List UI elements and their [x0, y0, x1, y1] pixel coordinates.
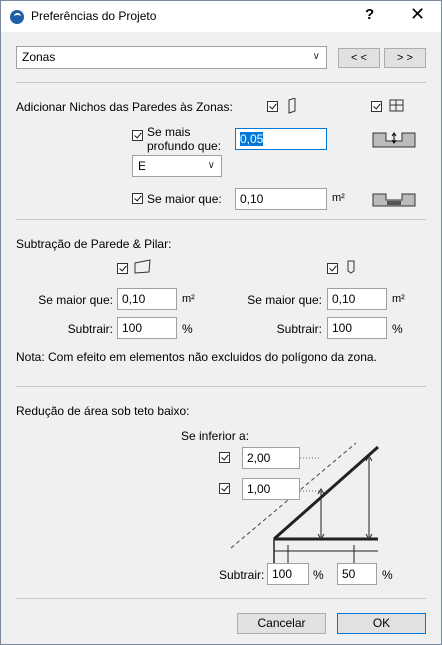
divider [16, 82, 426, 83]
column-icon [347, 260, 355, 274]
subtract2-unit: % [382, 568, 393, 582]
wall-subtract-unit: % [182, 322, 193, 336]
niche-size-input[interactable]: 0,10 [235, 188, 327, 210]
cancel-button[interactable]: Cancelar [237, 613, 326, 634]
chevron-down-icon: ∨ [207, 160, 215, 171]
subtraction-heading: Subtração de Parede & Pilar: [16, 237, 172, 251]
wall-size-label: Se maior que: [38, 293, 113, 307]
window-title: Preferências do Projeto [31, 9, 157, 23]
title-bar: Preferências do Projeto ? ✕ [1, 1, 441, 32]
wall-subtraction-checkbox[interactable] [117, 263, 128, 274]
depth-label-line2: profundo que: [147, 139, 222, 153]
divider [16, 598, 426, 599]
niche-size-unit: m² [332, 192, 345, 204]
depth-input[interactable]: 0,05 [235, 128, 327, 150]
subtract1-unit: % [313, 568, 324, 582]
depth-input-value: 0,05 [240, 132, 264, 146]
next-page-button[interactable]: > > [384, 48, 426, 68]
direction-select-value: E [138, 159, 147, 173]
column-subtract-unit: % [392, 322, 403, 336]
category-select-value: Zonas [22, 50, 56, 64]
preferences-dialog: Preferências do Projeto ? ✕ Zonas ∨ < < … [0, 0, 442, 645]
wall-icon [134, 259, 151, 274]
subtract1-input[interactable]: 100 [267, 563, 309, 585]
previous-page-button[interactable]: < < [338, 48, 380, 68]
wall-niche-checkbox[interactable] [267, 101, 278, 112]
depth-checkbox[interactable] [132, 130, 143, 141]
height2-checkbox[interactable] [219, 483, 230, 494]
column-size-label: Se maior que: [247, 293, 322, 307]
reduction-subtract-label: Subtrair: [219, 568, 265, 582]
niches-heading: Adicionar Nichos das Paredes às Zonas: [16, 100, 233, 114]
height1-checkbox[interactable] [219, 452, 230, 463]
app-logo-icon [10, 10, 24, 24]
subtraction-note: Nota: Com efeito em elementos não exclui… [16, 350, 377, 364]
niche-depth-diagram-icon [372, 132, 416, 148]
divider [16, 386, 426, 387]
direction-select[interactable]: E ∨ [132, 155, 222, 177]
wall-size-input[interactable]: 0,10 [117, 288, 177, 310]
wall-niche-icon [288, 98, 296, 114]
column-size-unit: m² [392, 293, 405, 305]
niche-size-checkbox[interactable] [132, 193, 143, 204]
slab-niche-icon [389, 99, 404, 112]
niche-size-label: Se maior que: [147, 192, 222, 206]
wall-subtract-label: Subtrair: [67, 322, 113, 336]
slab-niche-checkbox[interactable] [371, 101, 382, 112]
wall-subtract-input[interactable]: 100 [117, 317, 177, 339]
reduction-heading: Redução de área sob teto baixo: [16, 404, 190, 418]
wall-size-unit: m² [182, 293, 195, 305]
niche-size-diagram-icon [372, 193, 416, 207]
close-button[interactable]: ✕ [410, 4, 425, 25]
chevron-down-icon: ∨ [312, 51, 320, 62]
height2-input[interactable]: 1,00 [242, 478, 300, 500]
divider [16, 219, 426, 220]
help-button[interactable]: ? [365, 6, 374, 23]
column-size-input[interactable]: 0,10 [327, 288, 387, 310]
subtract2-input[interactable]: 50 [337, 563, 377, 585]
category-select[interactable]: Zonas ∨ [16, 46, 327, 69]
height1-input[interactable]: 2,00 [242, 447, 300, 469]
column-subtract-input[interactable]: 100 [327, 317, 387, 339]
column-subtraction-checkbox[interactable] [327, 263, 338, 274]
column-subtract-label: Subtrair: [276, 322, 322, 336]
ok-button[interactable]: OK [337, 613, 426, 634]
depth-label-line1: Se mais [147, 125, 191, 139]
